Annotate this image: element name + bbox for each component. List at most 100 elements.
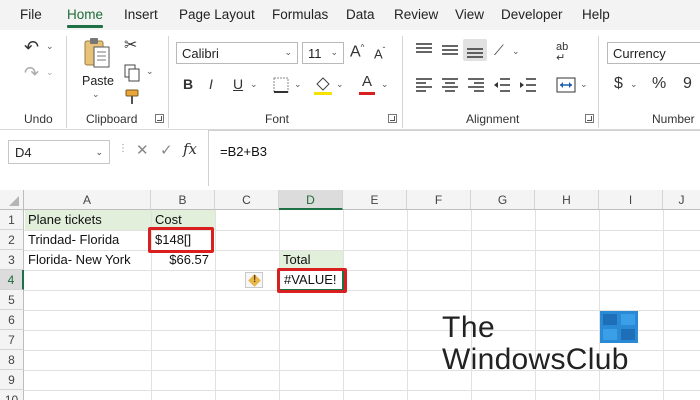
column-header-e[interactable]: E xyxy=(343,190,407,210)
font-launcher-icon[interactable] xyxy=(388,114,397,123)
borders-icon[interactable] xyxy=(272,76,290,94)
row-header-9[interactable]: 9 xyxy=(0,370,24,390)
cell-a1[interactable]: Plane tickets xyxy=(25,210,105,230)
error-indicator-button[interactable]: ! xyxy=(245,272,263,288)
number-format-dropdown[interactable]: Currency xyxy=(607,42,700,64)
redo-icon[interactable]: ↷ xyxy=(24,64,39,82)
column-header-d[interactable]: D xyxy=(279,190,343,210)
comma-style-icon[interactable]: 9 xyxy=(683,76,692,92)
italic-button[interactable]: I xyxy=(209,77,213,91)
cell-b3[interactable]: $66.57 xyxy=(152,250,215,270)
paste-icon[interactable] xyxy=(82,36,112,70)
group-label-font: Font xyxy=(265,112,290,126)
column-header-a[interactable]: A xyxy=(24,190,151,210)
row-header-2[interactable]: 2 xyxy=(0,230,24,250)
column-header-i[interactable]: I xyxy=(599,190,663,210)
tab-help[interactable]: Help xyxy=(582,7,610,22)
tab-view[interactable]: View xyxy=(455,7,484,22)
fill-color-dropdown-icon[interactable]: ⌄ xyxy=(336,80,344,89)
chevron-down-icon: ⌄ xyxy=(95,147,103,157)
copy-icon[interactable] xyxy=(123,64,141,82)
underline-dropdown-icon[interactable]: ⌄ xyxy=(250,80,258,89)
enter-formula-icon[interactable]: ✓ xyxy=(160,143,173,158)
copy-dropdown-icon[interactable]: ⌄ xyxy=(146,67,154,76)
align-top-icon[interactable] xyxy=(415,42,433,58)
orientation-dropdown-icon[interactable]: ⌄ xyxy=(512,47,520,56)
borders-dropdown-icon[interactable]: ⌄ xyxy=(294,80,302,89)
font-color-dropdown-icon[interactable]: ⌄ xyxy=(381,80,389,89)
percent-style-icon[interactable]: % xyxy=(652,76,666,92)
paste-button[interactable]: Paste xyxy=(82,74,114,88)
clipboard-launcher-icon[interactable] xyxy=(155,114,164,123)
alignment-launcher-icon[interactable] xyxy=(585,114,594,123)
select-all-icon xyxy=(9,196,19,206)
increase-indent-icon[interactable] xyxy=(519,77,537,93)
cell-a2[interactable]: Trindad- Florida xyxy=(25,230,122,250)
tab-formulas[interactable]: Formulas xyxy=(272,7,328,22)
accounting-format-icon[interactable]: $ xyxy=(614,76,623,92)
tab-file[interactable]: File xyxy=(20,7,42,22)
underline-button[interactable]: U xyxy=(233,77,243,91)
align-left-icon[interactable] xyxy=(415,77,433,93)
cell-a3[interactable]: Florida- New York xyxy=(25,250,134,270)
column-header-h[interactable]: H xyxy=(535,190,599,210)
tab-developer[interactable]: Developer xyxy=(501,7,563,22)
name-box[interactable]: D4 ⌄ xyxy=(8,140,110,164)
undo-dropdown-icon[interactable]: ⌄ xyxy=(46,42,54,51)
row-header-8[interactable]: 8 xyxy=(0,350,24,370)
decrease-indent-icon[interactable] xyxy=(493,77,511,93)
font-size-dropdown[interactable]: 11 ⌄ xyxy=(302,42,344,64)
group-label-number: Number xyxy=(652,112,695,126)
row-header-4[interactable]: 4 xyxy=(0,270,24,290)
group-label-alignment: Alignment xyxy=(466,112,520,126)
ribbon-tab-bar: File Home Insert Page Layout Formulas Da… xyxy=(0,0,700,30)
tab-page-layout[interactable]: Page Layout xyxy=(179,7,255,22)
align-center-icon[interactable] xyxy=(441,77,459,93)
ribbon-separator xyxy=(598,36,599,128)
row-header-1[interactable]: 1 xyxy=(0,210,24,230)
cell-d3[interactable]: Total xyxy=(280,250,313,270)
accounting-dropdown-icon[interactable]: ⌄ xyxy=(630,80,638,89)
merge-center-icon[interactable] xyxy=(556,76,576,94)
fill-color-icon[interactable] xyxy=(312,74,334,96)
undo-icon[interactable]: ↶ xyxy=(24,38,39,56)
cut-icon[interactable]: ✂ xyxy=(124,38,137,54)
group-label-clipboard: Clipboard xyxy=(86,112,138,126)
cancel-formula-icon[interactable]: ✕ xyxy=(136,143,149,158)
format-painter-icon[interactable] xyxy=(124,88,142,106)
formula-input-area[interactable] xyxy=(208,130,700,186)
align-bottom-button[interactable] xyxy=(463,39,487,61)
paste-dropdown-icon[interactable]: ⌄ xyxy=(92,90,100,99)
tab-home[interactable]: Home xyxy=(67,7,104,28)
font-color-icon[interactable]: A xyxy=(362,74,372,89)
align-middle-icon[interactable] xyxy=(441,42,459,58)
align-right-icon[interactable] xyxy=(467,77,485,93)
column-header-c[interactable]: C xyxy=(215,190,279,210)
wrap-text-icon[interactable]: ab ↵ xyxy=(556,42,568,64)
row-header-5[interactable]: 5 xyxy=(0,290,24,310)
tab-data[interactable]: Data xyxy=(346,7,375,22)
row-header-6[interactable]: 6 xyxy=(0,310,24,330)
merge-dropdown-icon[interactable]: ⌄ xyxy=(580,80,588,89)
increase-font-size-icon[interactable]: A^ xyxy=(350,44,364,60)
column-header-b[interactable]: B xyxy=(151,190,215,210)
row-header-7[interactable]: 7 xyxy=(0,330,24,350)
formula-input[interactable]: =B2+B3 xyxy=(220,144,267,159)
row-header-10[interactable]: 10 xyxy=(0,390,24,400)
ribbon-separator xyxy=(168,36,169,128)
bold-button[interactable]: B xyxy=(183,77,193,91)
column-header-g[interactable]: G xyxy=(471,190,535,210)
decrease-font-size-icon[interactable]: Aˇ xyxy=(374,47,385,61)
gridline xyxy=(279,210,280,400)
column-header-f[interactable]: F xyxy=(407,190,471,210)
select-all-corner[interactable] xyxy=(0,190,24,210)
tab-insert[interactable]: Insert xyxy=(124,7,158,22)
font-name-dropdown[interactable]: Calibri ⌄ xyxy=(176,42,298,64)
tab-review[interactable]: Review xyxy=(394,7,438,22)
column-header-j[interactable]: J xyxy=(663,190,700,210)
windows-logo-icon xyxy=(600,311,638,343)
redo-dropdown-icon[interactable]: ⌄ xyxy=(46,68,54,77)
insert-function-icon[interactable]: fx xyxy=(183,142,197,157)
orientation-icon[interactable]: ⟋ xyxy=(494,43,504,57)
row-header-3[interactable]: 3 xyxy=(0,250,24,270)
